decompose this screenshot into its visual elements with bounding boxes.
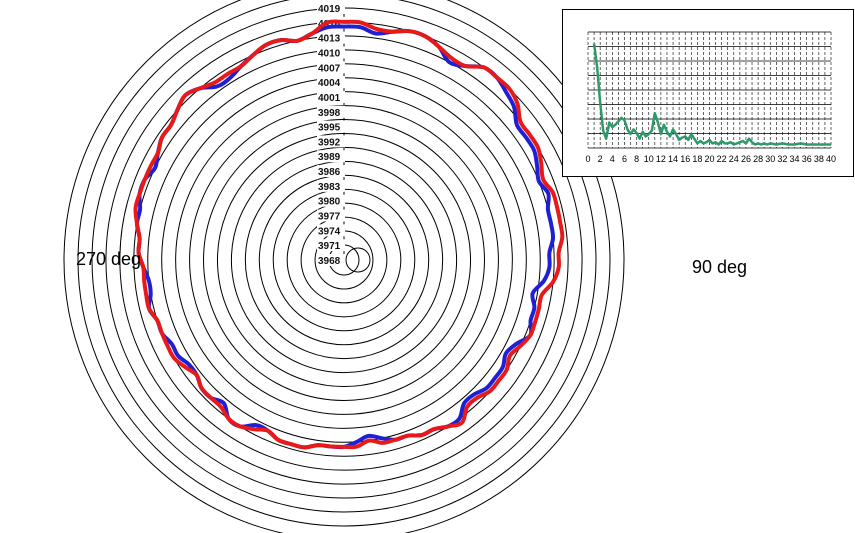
inset-x-tick-label: 28 [753,154,763,164]
polar-series [133,19,565,450]
inset-x-tick-label: 6 [622,154,627,164]
inset-x-tick-label: 18 [692,154,702,164]
radial-tick-label: 4004 [318,78,341,89]
radial-tick-label: 3980 [318,197,341,208]
radial-tick-label: 3986 [318,167,341,178]
radial-tick-label: 3989 [318,152,341,163]
polar-series-line-2 [133,19,565,450]
radial-tick-label: 3974 [318,226,341,237]
inset-x-tick-label: 30 [765,154,775,164]
radial-tick-label: 4019 [318,4,341,15]
radial-tick-label: 4010 [318,48,341,59]
radial-tick-label: 3983 [318,182,341,193]
radial-tick-label: 4007 [318,63,341,74]
angle-label-270: 270 deg [76,249,142,269]
radial-tick-label: 3995 [318,123,341,134]
inset-x-tick-label: 32 [777,154,787,164]
inset-x-tick-label: 36 [802,154,812,164]
radial-tick-label: 3992 [318,137,341,148]
inset-series-line-1 [592,43,831,146]
inset-grid [587,31,832,149]
inset-x-ticks: 0 2 4 6 8 10 12 14 16 18 20 22 24 26 28 30 32 34 36 38 40 [585,154,836,164]
inset-x-tick-label: 16 [680,154,690,164]
inset-x-tick-label: 8 [634,154,639,164]
inset-x-tick-label: 38 [814,154,824,164]
polar-center-ring [345,247,371,273]
inset-x-tick-label: 10 [644,154,654,164]
inset-x-tick-label: 22 [717,154,727,164]
radial-tick-label: 3971 [318,241,341,252]
inset-x-tick-label: 4 [610,154,615,164]
inset-x-tick-label: 24 [729,154,739,164]
inset-x-tick-label: 20 [704,154,714,164]
radial-tick-label: 4013 [318,34,341,45]
radial-tick-label: 3998 [318,108,341,119]
spectrum-plot: 0 2 4 6 8 10 12 14 16 18 20 22 24 26 28 30 32 34 36 38 40 [585,31,836,164]
inset-x-tick-label: 34 [790,154,800,164]
radial-tick-label: 3968 [318,256,341,267]
inset-x-tick-label: 14 [668,154,678,164]
radial-tick-label: 4001 [318,93,341,104]
inset-series [592,43,831,146]
angle-label-90: 90 deg [692,257,748,277]
inset-x-tick-label: 0 [585,154,590,164]
inset-x-tick-label: 12 [656,154,666,164]
spectrum-inset-chart: 0 2 4 6 8 10 12 14 16 18 20 22 24 26 28 30 32 34 36 38 40 [562,9,854,177]
radial-tick-label: 3977 [318,212,341,223]
inset-x-tick-label: 2 [598,154,603,164]
inset-x-tick-label: 26 [741,154,751,164]
inset-x-tick-label: 40 [826,154,836,164]
